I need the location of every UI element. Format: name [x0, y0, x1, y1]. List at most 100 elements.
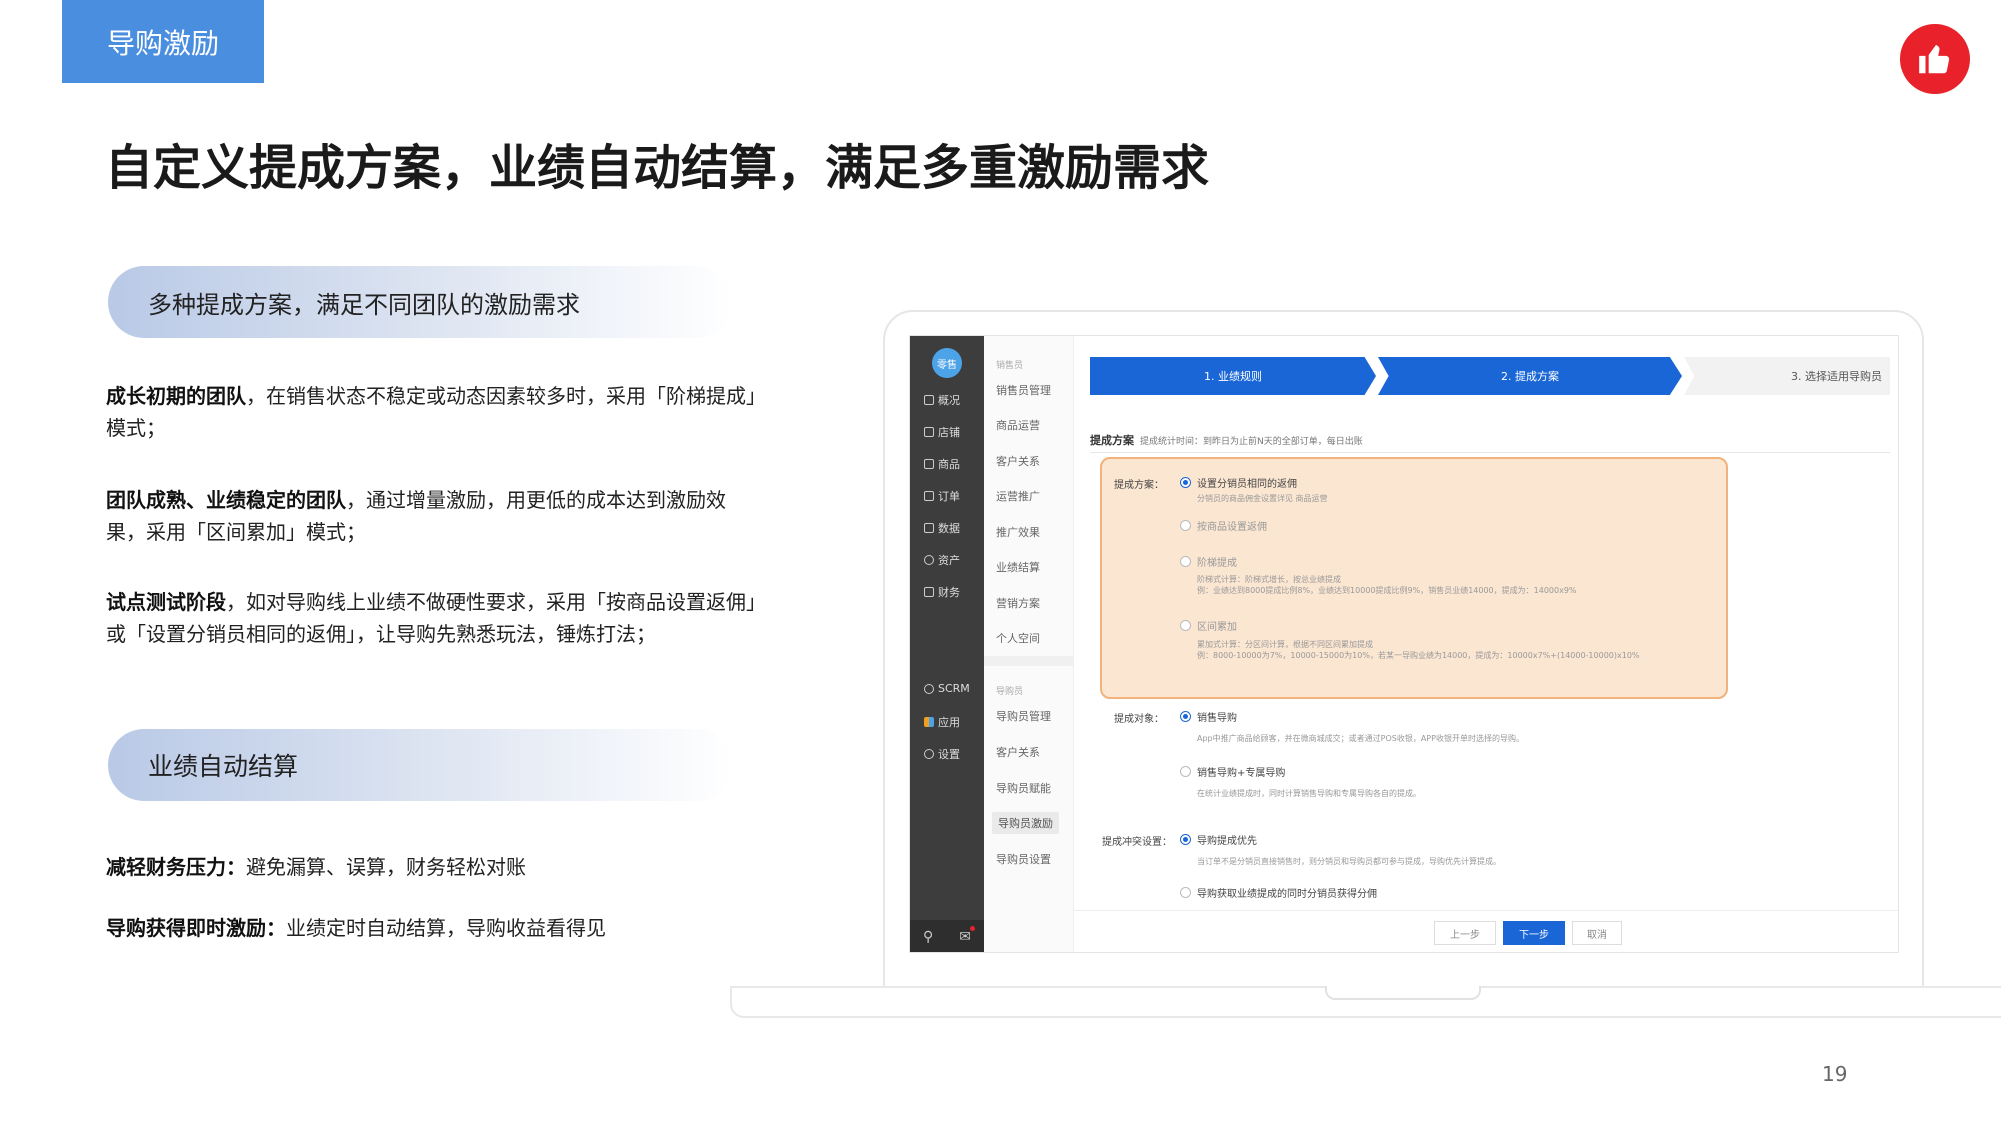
prev-step-button[interactable]: 上一步 — [1434, 921, 1496, 945]
submenu-item[interactable]: 运营推广 — [996, 488, 1040, 504]
apps-icon — [924, 717, 934, 727]
section-title: 提成方案 提成统计时间：到昨日为止前N天的全部订单，每日出账 — [1090, 432, 1363, 448]
sidebar-item-scrm[interactable]: SCRM — [924, 682, 970, 695]
sidebar-label: SCRM — [938, 682, 970, 695]
submenu-item[interactable]: 客户关系 — [996, 744, 1040, 760]
section-title-text: 提成方案 — [1090, 434, 1134, 447]
finance-icon — [924, 587, 934, 597]
sidebar-item-overview[interactable]: 概况 — [924, 392, 960, 408]
submenu-item[interactable]: 导购员设置 — [996, 851, 1051, 867]
target-option-sales-guide[interactable]: 销售导购 — [1180, 709, 1237, 724]
sidebar-item-assets[interactable]: 资产 — [924, 552, 960, 568]
submenu-item[interactable]: 导购员管理 — [996, 708, 1051, 724]
bullet-text: 业绩定时自动结算，导购收益看得见 — [286, 916, 606, 940]
submenu-item[interactable]: 导购员赋能 — [996, 780, 1051, 796]
sidebar-item-orders[interactable]: 订单 — [924, 488, 960, 504]
app-screen: 零售 概况 店铺 商品 订单 数据 资产 财务 SCRM 应用 设置 ⚲ ✉ 销… — [909, 335, 1899, 953]
sidebar-label: 店铺 — [938, 426, 960, 439]
step-1[interactable]: 1. 业绩规则 — [1090, 357, 1376, 395]
section-heading-commission: 多种提成方案，满足不同团队的激励需求 — [108, 266, 733, 338]
radio-unchecked[interactable] — [1180, 766, 1191, 777]
option-hint: 当订单不是分销员直接销售时，则分销员和导购员都可参与提成，导购优先计算提成。 — [1197, 857, 1501, 866]
radio-unchecked[interactable] — [1180, 620, 1191, 631]
sidebar-item-apps[interactable]: 应用 — [924, 714, 960, 730]
page-number: 19 — [1822, 1062, 1848, 1086]
tag-icon — [924, 459, 934, 469]
footer-divider — [1074, 910, 1898, 911]
option-hint: 分销员的商品佣金设置详见 商品运营 — [1197, 494, 1328, 503]
message-icon[interactable]: ✉ — [959, 926, 975, 945]
next-step-button[interactable]: 下一步 — [1503, 921, 1565, 945]
sidebar-item-finance[interactable]: 财务 — [924, 584, 960, 600]
option-hint: 在统计业绩提成时，同时计算销售导购和专属导购各自的提成。 — [1197, 789, 1421, 798]
bullet-growth-team: 成长初期的团队，在销售状态不稳定或动态因素较多时，采用「阶梯提成」模式； — [106, 380, 756, 444]
radio-unchecked[interactable] — [1180, 556, 1191, 567]
option-label: 导购获取业绩提成的同时分销员获得分佣 — [1197, 889, 1377, 900]
submenu-item[interactable]: 客户关系 — [996, 453, 1040, 469]
target-label: 提成对象： — [1114, 714, 1164, 725]
option-hint: 累加式计算：分区间计算，根据不同区间累加提成 例：8000-10000为7%，1… — [1197, 640, 1640, 660]
page-title: 自定义提成方案，业绩自动结算，满足多重激励需求 — [105, 140, 1210, 196]
plan-option-same-as-distributor[interactable]: 设置分销员相同的返佣 — [1180, 475, 1297, 490]
section-heading-text: 多种提成方案，满足不同团队的激励需求 — [148, 290, 580, 319]
radio-checked[interactable] — [1180, 711, 1191, 722]
bullet-bold: 试点测试阶段 — [106, 590, 226, 614]
sidebar-label: 设置 — [938, 748, 960, 761]
radio-unchecked[interactable] — [1180, 887, 1191, 898]
bullet-bold: 导购获得即时激励： — [106, 916, 286, 940]
radio-unchecked[interactable] — [1180, 520, 1191, 531]
search-icon[interactable]: ⚲ — [923, 929, 933, 945]
option-hint: App中推广商品给顾客，并在微商城成交；或者通过POS收银，APP收银开单时选择… — [1197, 734, 1524, 743]
radio-checked[interactable] — [1180, 477, 1191, 488]
plan-option-by-goods[interactable]: 按商品设置返佣 — [1180, 518, 1267, 533]
option-label: 销售导购+专属导购 — [1197, 768, 1286, 779]
submenu-item[interactable]: 个人空间 — [996, 630, 1040, 646]
section-heading-text: 业绩自动结算 — [148, 752, 299, 781]
conflict-option-both[interactable]: 导购获取业绩提成的同时分销员获得分佣 — [1180, 885, 1377, 900]
step-3[interactable]: 3. 选择适用导购员 — [1684, 357, 1890, 395]
bullet-pilot-stage: 试点测试阶段，如对导购线上业绩不做硬性要求，采用「按商品设置返佣」或「设置分销员… — [106, 586, 756, 650]
bullet-bold: 减轻财务压力： — [106, 855, 246, 879]
sidebar-item-store[interactable]: 店铺 — [924, 424, 960, 440]
submenu-divider — [984, 656, 1074, 666]
option-hint: 阶梯式计算：阶梯式增长，按总业绩提成 例：业绩达到8000提成比例8%，业绩达到… — [1197, 575, 1577, 595]
radio-checked[interactable] — [1180, 834, 1191, 845]
sidebar-label: 财务 — [938, 586, 960, 599]
plan-option-interval[interactable]: 区间累加 — [1180, 618, 1237, 633]
submenu-item-active[interactable]: 导购员激励 — [992, 812, 1059, 834]
step-2[interactable]: 2. 提成方案 — [1378, 357, 1682, 395]
bullet-finance: 减轻财务压力：避免漏算、误算，财务轻松对账 — [106, 851, 756, 883]
app-submenu: 销售员 销售员管理 商品运营 客户关系 运营推广 推广效果 业绩结算 营销方案 … — [984, 336, 1074, 952]
gear-icon — [924, 749, 934, 759]
laptop-notch — [1325, 986, 1481, 1000]
sidebar-label: 商品 — [938, 458, 960, 471]
sidebar-label: 订单 — [938, 490, 960, 503]
submenu-item[interactable]: 推广效果 — [996, 524, 1040, 540]
submenu-item[interactable]: 商品运营 — [996, 417, 1040, 433]
conflict-option-guide-first[interactable]: 导购提成优先 — [1180, 832, 1257, 847]
section-divider — [1090, 452, 1890, 453]
option-label: 阶梯提成 — [1197, 558, 1237, 569]
thumbs-up-icon — [1900, 24, 1970, 94]
target-option-sales-and-exclusive[interactable]: 销售导购+专属导购 — [1180, 764, 1285, 779]
plan-option-tiered[interactable]: 阶梯提成 — [1180, 554, 1237, 569]
sidebar-item-data[interactable]: 数据 — [924, 520, 960, 536]
sidebar-item-goods[interactable]: 商品 — [924, 456, 960, 472]
section-tag: 导购激励 — [62, 0, 264, 83]
chart-icon — [924, 523, 934, 533]
submenu-item[interactable]: 业绩结算 — [996, 559, 1040, 575]
overview-icon — [924, 395, 934, 405]
cancel-button[interactable]: 取消 — [1572, 921, 1622, 945]
submenu-group-head: 销售员 — [996, 361, 1024, 371]
order-icon — [924, 491, 934, 501]
option-label: 设置分销员相同的返佣 — [1197, 479, 1297, 490]
store-icon — [924, 427, 934, 437]
submenu-group-head: 导购员 — [996, 687, 1024, 697]
app-sidebar: 零售 概况 店铺 商品 订单 数据 资产 财务 SCRM 应用 设置 ⚲ ✉ — [910, 336, 984, 952]
bullet-bold: 团队成熟、业绩稳定的团队 — [106, 488, 346, 512]
sidebar-item-settings[interactable]: 设置 — [924, 746, 960, 762]
app-logo[interactable]: 零售 — [932, 348, 962, 378]
option-label: 区间累加 — [1197, 622, 1237, 633]
submenu-item[interactable]: 营销方案 — [996, 595, 1040, 611]
submenu-item[interactable]: 销售员管理 — [996, 382, 1051, 398]
